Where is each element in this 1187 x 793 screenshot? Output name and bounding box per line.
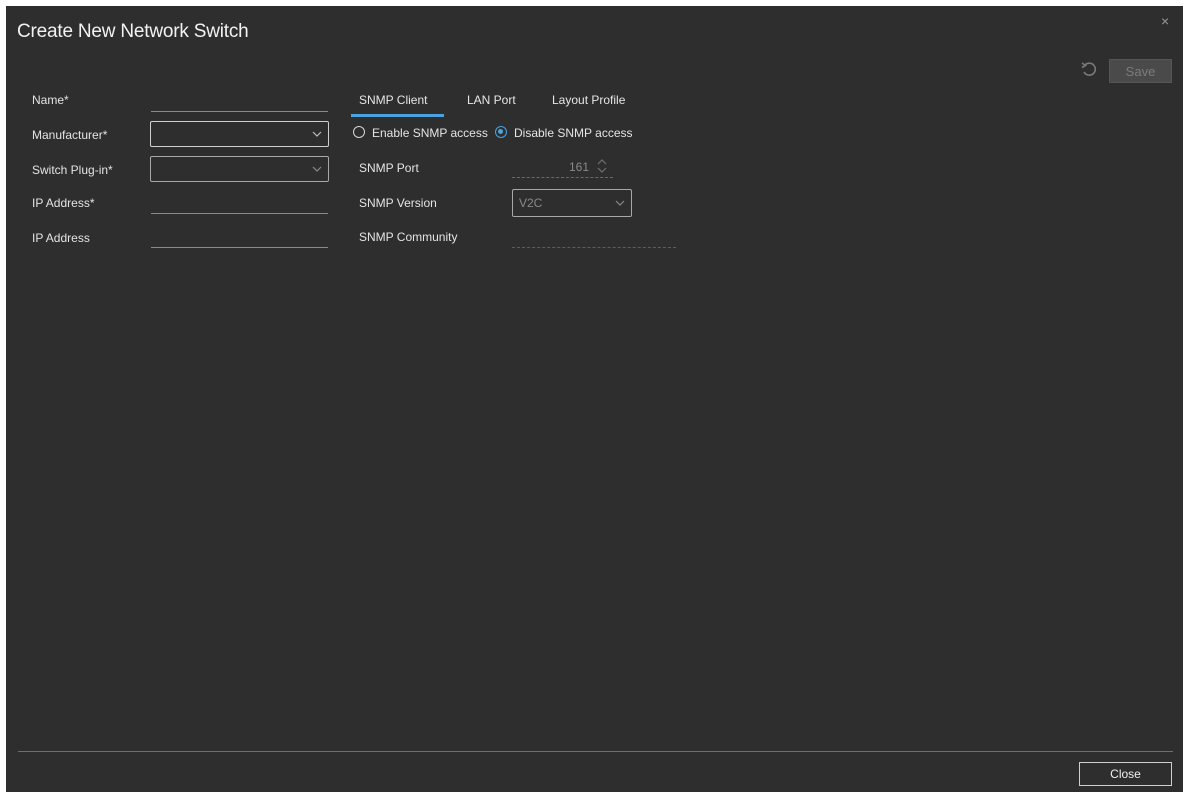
manufacturer-label: Manufacturer*	[32, 128, 108, 142]
manufacturer-select[interactable]	[150, 121, 329, 147]
ip-address-primary-input[interactable]	[151, 196, 328, 214]
switch-plugin-label: Switch Plug-in*	[32, 163, 113, 177]
close-icon[interactable]: ×	[1161, 14, 1173, 28]
chevron-down-icon	[615, 200, 625, 206]
snmp-version-select[interactable]: V2C	[512, 189, 632, 217]
snmp-community-label: SNMP Community	[359, 230, 458, 244]
ip-address-secondary-label: IP Address	[32, 231, 90, 245]
snmp-port-label: SNMP Port	[359, 161, 419, 175]
ip-address-secondary-input[interactable]	[151, 230, 328, 248]
spinner-arrows-icon[interactable]	[597, 158, 607, 174]
disable-snmp-radio[interactable]	[495, 126, 507, 138]
dialog-title: Create New Network Switch	[17, 21, 249, 42]
switch-plugin-select[interactable]	[150, 156, 329, 182]
name-label: Name*	[32, 93, 69, 107]
enable-snmp-label: Enable SNMP access	[372, 126, 488, 140]
save-button[interactable]: Save	[1109, 59, 1172, 83]
enable-snmp-radio[interactable]	[353, 126, 365, 138]
active-tab-indicator	[351, 114, 444, 117]
tab-snmp-client[interactable]: SNMP Client	[359, 93, 427, 107]
disable-snmp-label: Disable SNMP access	[514, 126, 633, 140]
snmp-port-stepper[interactable]: 161	[512, 156, 613, 178]
chevron-down-icon	[312, 131, 322, 137]
ip-address-primary-label: IP Address*	[32, 196, 95, 210]
tab-lan-port[interactable]: LAN Port	[467, 93, 516, 107]
name-input[interactable]	[151, 94, 328, 112]
create-network-switch-dialog: Create New Network Switch × Save Name* M…	[6, 6, 1183, 792]
footer-divider	[18, 751, 1173, 752]
close-button[interactable]: Close	[1079, 762, 1172, 786]
undo-icon[interactable]	[1079, 59, 1099, 79]
snmp-version-value: V2C	[519, 196, 543, 210]
chevron-down-icon	[312, 166, 322, 172]
snmp-community-input[interactable]	[512, 230, 676, 248]
snmp-version-label: SNMP Version	[359, 196, 437, 210]
tab-layout-profile[interactable]: Layout Profile	[552, 93, 625, 107]
snmp-port-value: 161	[568, 160, 589, 174]
